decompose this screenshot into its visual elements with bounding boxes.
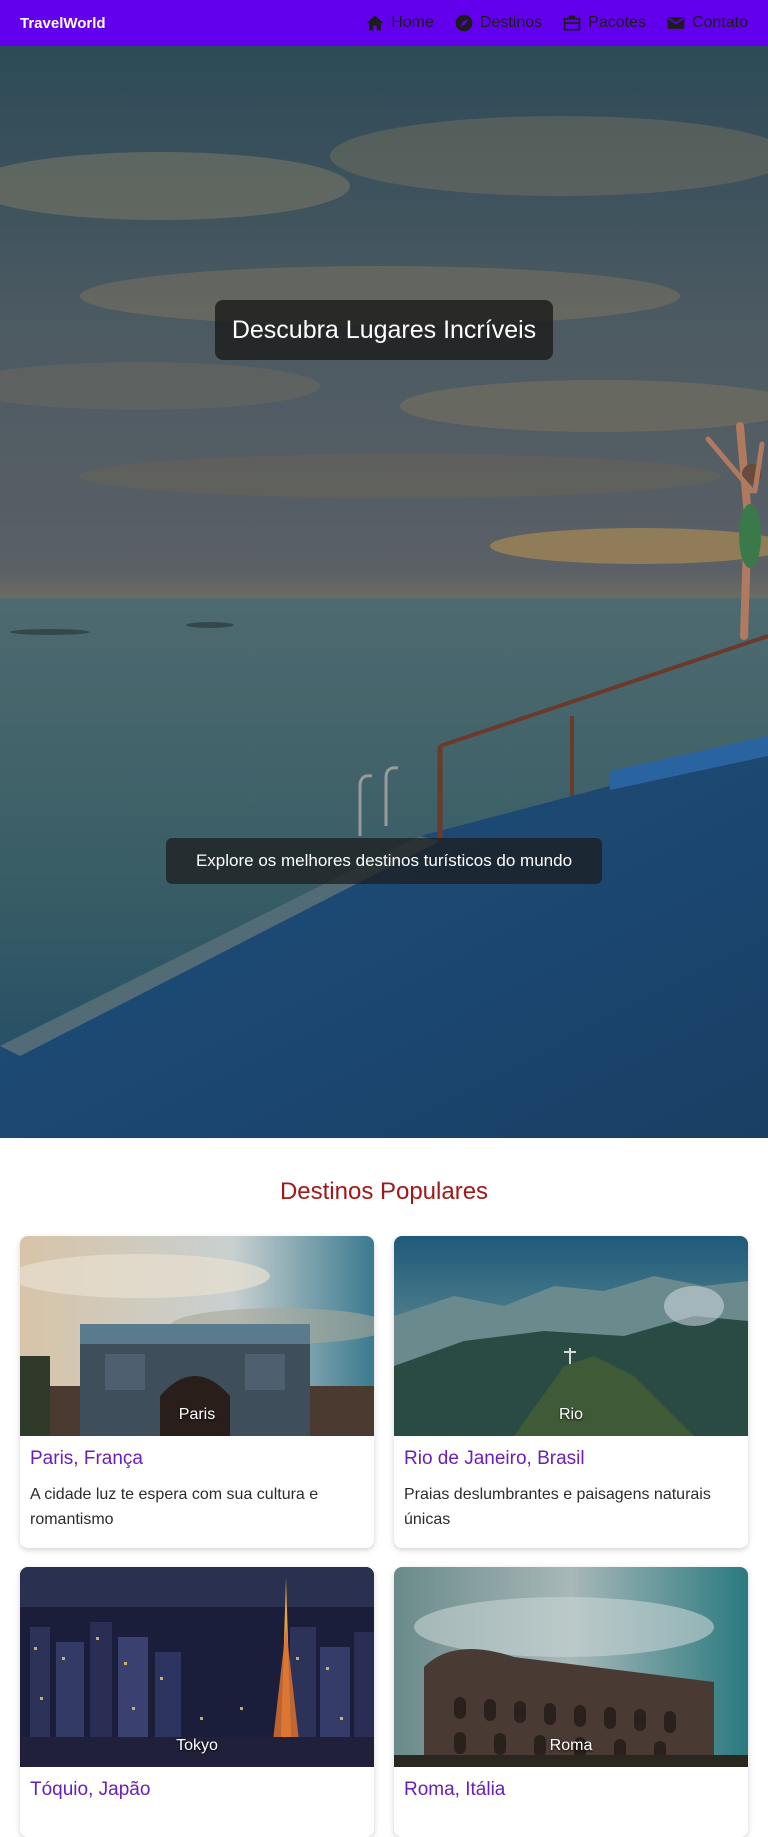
card-image: Paris	[20, 1236, 374, 1436]
card-title[interactable]: Paris, França	[20, 1436, 374, 1470]
compass-icon	[455, 14, 473, 32]
nav-item-destinos[interactable]: Destinos	[454, 13, 542, 33]
card-image: Tokyo	[20, 1567, 374, 1767]
brand-logo[interactable]: TravelWorld	[20, 15, 106, 32]
nav-item-home[interactable]: Home	[365, 13, 434, 33]
destination-card-rio[interactable]: Rio Rio de Janeiro, Brasil Praias deslum…	[394, 1236, 748, 1548]
nav-item-label: Home	[391, 14, 434, 31]
nav-item-label: Destinos	[479, 14, 543, 31]
card-image-label: Paris	[178, 1406, 216, 1423]
home-icon	[366, 15, 384, 31]
hero-title: Descubra Lugares Incríveis	[215, 300, 553, 360]
nav-item-label: Contato	[691, 14, 748, 31]
navbar: TravelWorld Home Destinos Pacotes Contat…	[0, 0, 768, 46]
destination-card-tokyo[interactable]: Tokyo Tóquio, Japão	[20, 1567, 374, 1837]
card-description: A cidade luz te espera com sua cultura e…	[30, 1486, 319, 1528]
card-title[interactable]: Rio de Janeiro, Brasil	[394, 1436, 748, 1470]
hero-banner: Descubra Lugares Incríveis Explore os me…	[0, 46, 768, 1138]
section-title: Destinos Populares	[279, 1178, 489, 1205]
mail-icon	[667, 17, 685, 29]
briefcase-icon	[563, 15, 581, 31]
card-image-label: Roma	[549, 1737, 593, 1754]
hero-background-image	[0, 46, 768, 1138]
nav-menu: Home Destinos Pacotes Contato	[365, 13, 748, 33]
card-image-label: Rio	[558, 1406, 583, 1423]
card-title[interactable]: Tóquio, Japão	[20, 1767, 374, 1801]
card-description: Praias deslumbrantes e paisagens naturai…	[404, 1486, 711, 1528]
nav-item-contato[interactable]: Contato	[666, 13, 748, 33]
destination-card-paris[interactable]: Paris Paris, França A cidade luz te espe…	[20, 1236, 374, 1548]
nav-item-pacotes[interactable]: Pacotes	[562, 13, 646, 33]
card-image-label: Tokyo	[176, 1737, 218, 1754]
destination-card-roma[interactable]: Roma Roma, Itália	[394, 1567, 748, 1837]
card-title[interactable]: Roma, Itália	[394, 1767, 748, 1801]
hero-subtitle: Explore os melhores destinos turísticos …	[166, 838, 602, 884]
nav-item-label: Pacotes	[588, 14, 646, 31]
card-image: Rio	[394, 1236, 748, 1436]
card-image: Roma	[394, 1567, 748, 1767]
